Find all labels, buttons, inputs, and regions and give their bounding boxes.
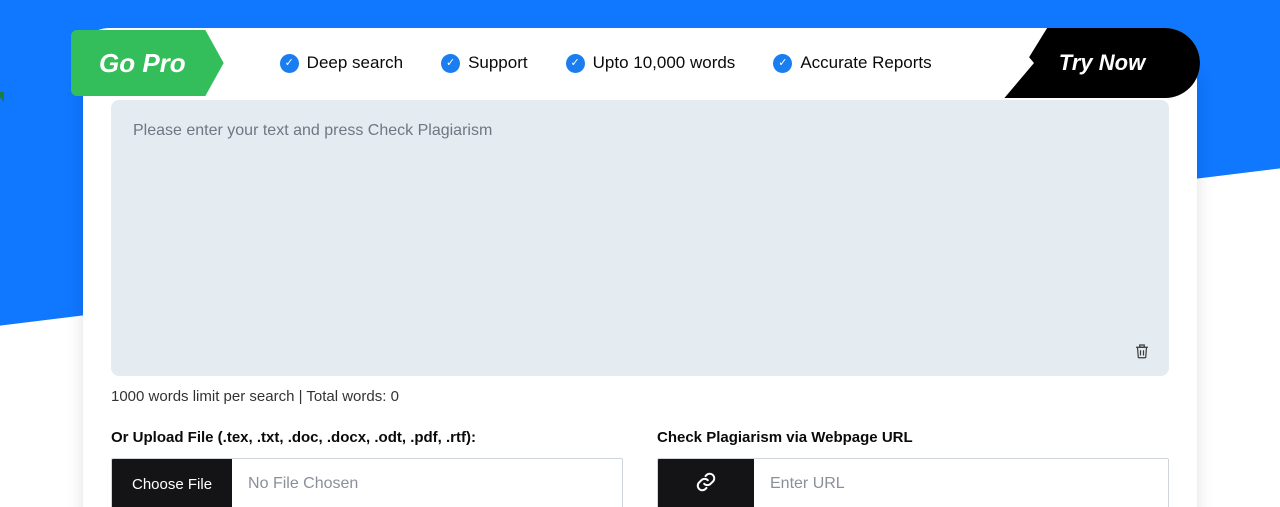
- check-icon: ✓: [773, 54, 792, 73]
- check-icon: ✓: [441, 54, 460, 73]
- check-icon: ✓: [566, 54, 585, 73]
- upload-section: Or Upload File (.tex, .txt, .doc, .docx,…: [111, 429, 623, 507]
- clear-button[interactable]: [1129, 340, 1155, 366]
- url-section: Check Plagiarism via Webpage URL: [657, 429, 1169, 507]
- choose-file-button[interactable]: Choose File: [112, 459, 232, 507]
- pro-bar: Go Pro ✓ Deep search ✓ Support ✓ Upto 10…: [75, 28, 1200, 98]
- url-combo: [657, 458, 1169, 507]
- feature-item: ✓ Accurate Reports: [773, 53, 931, 73]
- file-status: No File Chosen: [232, 459, 622, 507]
- link-icon: [695, 471, 717, 497]
- word-limit-line: 1000 words limit per search | Total word…: [111, 388, 1169, 405]
- url-input[interactable]: [754, 459, 1168, 507]
- trash-icon: [1133, 341, 1151, 365]
- text-input-area: [111, 100, 1169, 376]
- main-card: 1000 words limit per search | Total word…: [83, 66, 1197, 507]
- feature-label: Deep search: [307, 53, 403, 73]
- plagiarism-input[interactable]: [111, 100, 1169, 376]
- upload-combo: Choose File No File Chosen: [111, 458, 623, 507]
- feature-item: ✓ Deep search: [280, 53, 403, 73]
- feature-item: ✓ Upto 10,000 words: [566, 53, 736, 73]
- url-label: Check Plagiarism via Webpage URL: [657, 429, 1169, 446]
- url-icon-button[interactable]: [658, 459, 754, 507]
- feature-label: Accurate Reports: [800, 53, 931, 73]
- check-icon: ✓: [280, 54, 299, 73]
- feature-label: Upto 10,000 words: [593, 53, 736, 73]
- upload-label: Or Upload File (.tex, .txt, .doc, .docx,…: [111, 429, 623, 446]
- feature-label: Support: [468, 53, 528, 73]
- go-pro-badge[interactable]: Go Pro: [71, 30, 224, 96]
- feature-item: ✓ Support: [441, 53, 528, 73]
